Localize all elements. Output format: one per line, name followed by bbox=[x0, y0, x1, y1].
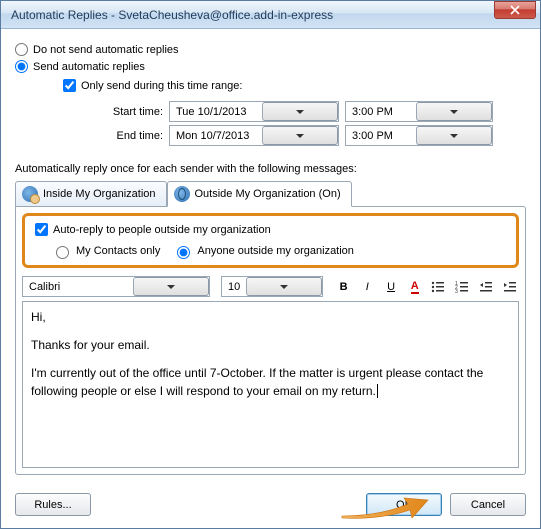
size-value: 10 bbox=[222, 281, 246, 293]
font-color-icon: A bbox=[411, 280, 419, 294]
message-editor[interactable]: Hi, Thanks for your email. I'm currently… bbox=[22, 301, 519, 468]
tab-inside-label: Inside My Organization bbox=[43, 188, 156, 200]
spacer bbox=[99, 493, 358, 516]
svg-text:3: 3 bbox=[455, 289, 458, 294]
bullet-list-button[interactable] bbox=[429, 277, 448, 297]
start-time-dropdown[interactable] bbox=[416, 102, 492, 121]
end-time-combo[interactable]: 3:00 PM bbox=[345, 125, 493, 146]
section-label: Automatically reply once for each sender… bbox=[15, 163, 526, 175]
highlight-box: Auto-reply to people outside my organiza… bbox=[22, 213, 519, 268]
start-time-value: 3:00 PM bbox=[346, 106, 416, 118]
anyone-radio[interactable] bbox=[177, 246, 190, 259]
format-toolbar: Calibri 10 B I U A 123 bbox=[16, 272, 525, 301]
tab-panel-outside: Auto-reply to people outside my organiza… bbox=[15, 206, 526, 475]
auto-reply-outside-option[interactable]: Auto-reply to people outside my organiza… bbox=[31, 220, 510, 239]
font-color-button[interactable]: A bbox=[405, 277, 424, 297]
underline-icon: U bbox=[387, 281, 395, 293]
number-list-button[interactable]: 123 bbox=[453, 277, 472, 297]
only-range-label: Only send during this time range: bbox=[81, 80, 242, 92]
tab-outside-org[interactable]: Outside My Organization (On) bbox=[167, 181, 352, 207]
chevron-down-icon bbox=[280, 285, 288, 289]
indent-icon bbox=[503, 280, 517, 294]
number-list-icon: 123 bbox=[455, 280, 469, 294]
size-dropdown[interactable] bbox=[246, 277, 322, 296]
only-range-option[interactable]: Only send during this time range: bbox=[63, 79, 526, 92]
contacts-only-radio[interactable] bbox=[56, 246, 69, 259]
auto-reply-label: Auto-reply to people outside my organiza… bbox=[53, 224, 271, 236]
font-combo[interactable]: Calibri bbox=[22, 276, 210, 297]
end-time-value: 3:00 PM bbox=[346, 130, 416, 142]
ok-button[interactable]: OK bbox=[366, 493, 442, 516]
ok-label: OK bbox=[396, 499, 412, 511]
start-date-value: Tue 10/1/2013 bbox=[170, 106, 262, 118]
end-time-dropdown[interactable] bbox=[416, 126, 492, 145]
message-line-2: Thanks for your email. bbox=[31, 336, 510, 354]
time-range-grid: Start time: Tue 10/1/2013 3:00 PM End ti… bbox=[101, 98, 526, 149]
start-time-label: Start time: bbox=[101, 106, 169, 118]
rules-label: Rules... bbox=[34, 499, 71, 511]
send-radio[interactable] bbox=[15, 60, 28, 73]
send-label: Send automatic replies bbox=[33, 61, 145, 73]
chevron-down-icon bbox=[450, 110, 458, 114]
bold-icon: B bbox=[340, 281, 348, 293]
send-option[interactable]: Send automatic replies bbox=[15, 60, 526, 73]
anyone-label: Anyone outside my organization bbox=[197, 245, 354, 257]
start-date-dropdown[interactable] bbox=[262, 102, 338, 121]
content-area: Do not send automatic replies Send autom… bbox=[1, 29, 540, 485]
no-send-radio[interactable] bbox=[15, 43, 28, 56]
tab-strip: Inside My Organization Outside My Organi… bbox=[15, 181, 526, 207]
rules-button[interactable]: Rules... bbox=[15, 493, 91, 516]
chevron-down-icon bbox=[167, 285, 175, 289]
end-date-value: Mon 10/7/2013 bbox=[170, 130, 262, 142]
chevron-down-icon bbox=[450, 134, 458, 138]
chevron-down-icon bbox=[296, 134, 304, 138]
outdent-icon bbox=[479, 280, 493, 294]
window-title: Automatic Replies - SvetaCheusheva@offic… bbox=[11, 8, 494, 22]
message-line-3: I'm currently out of the office until 7-… bbox=[31, 364, 510, 400]
tab-outside-label: Outside My Organization (On) bbox=[195, 188, 341, 200]
cancel-label: Cancel bbox=[471, 499, 505, 511]
size-combo[interactable]: 10 bbox=[221, 276, 323, 297]
no-send-option[interactable]: Do not send automatic replies bbox=[15, 43, 526, 56]
close-icon bbox=[510, 5, 520, 15]
indent-button[interactable] bbox=[500, 277, 519, 297]
italic-icon: I bbox=[366, 281, 369, 293]
auto-reply-checkbox[interactable] bbox=[35, 223, 48, 236]
italic-button[interactable]: I bbox=[358, 277, 377, 297]
only-range-checkbox[interactable] bbox=[63, 79, 76, 92]
end-date-combo[interactable]: Mon 10/7/2013 bbox=[169, 125, 339, 146]
start-date-combo[interactable]: Tue 10/1/2013 bbox=[169, 101, 339, 122]
cancel-button[interactable]: Cancel bbox=[450, 493, 526, 516]
chevron-down-icon bbox=[296, 110, 304, 114]
font-value: Calibri bbox=[23, 281, 133, 293]
anyone-option[interactable]: Anyone outside my organization bbox=[172, 243, 354, 259]
close-button[interactable] bbox=[494, 1, 536, 19]
underline-button[interactable]: U bbox=[382, 277, 401, 297]
contacts-only-label: My Contacts only bbox=[76, 245, 160, 257]
font-dropdown[interactable] bbox=[133, 277, 209, 296]
no-send-label: Do not send automatic replies bbox=[33, 44, 179, 56]
footer-buttons: Rules... OK Cancel bbox=[1, 485, 540, 528]
bold-button[interactable]: B bbox=[334, 277, 353, 297]
outdent-button[interactable] bbox=[477, 277, 496, 297]
globe-icon bbox=[174, 186, 190, 202]
contacts-only-option[interactable]: My Contacts only bbox=[51, 243, 160, 259]
end-time-label: End time: bbox=[101, 130, 169, 142]
start-time-combo[interactable]: 3:00 PM bbox=[345, 101, 493, 122]
message-line-1: Hi, bbox=[31, 308, 510, 326]
end-date-dropdown[interactable] bbox=[262, 126, 338, 145]
titlebar: Automatic Replies - SvetaCheusheva@offic… bbox=[1, 1, 540, 29]
bullet-list-icon bbox=[431, 280, 445, 294]
dialog-window: Automatic Replies - SvetaCheusheva@offic… bbox=[0, 0, 541, 529]
person-icon bbox=[22, 186, 38, 202]
tab-inside-org[interactable]: Inside My Organization bbox=[15, 181, 167, 207]
